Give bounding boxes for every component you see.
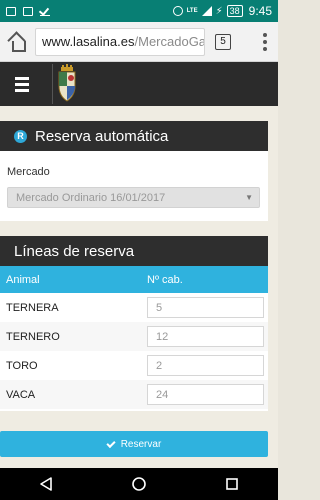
browser-menu-icon[interactable] xyxy=(258,31,272,53)
image-notification-icon xyxy=(23,6,33,16)
table-row: TORO 2 xyxy=(0,351,268,380)
url-path: /MercadoGa xyxy=(134,34,205,49)
mercado-select-value: Mercado Ordinario 16/01/2017 xyxy=(16,191,166,204)
check-icon xyxy=(106,438,116,448)
row-animal-label: TERNERO xyxy=(6,330,60,343)
row-animal-label: VACA xyxy=(6,388,36,401)
url-bar[interactable]: www.lasalina.es/MercadoGa xyxy=(35,27,205,56)
reserva-panel-title: Reserva automática xyxy=(35,127,169,145)
column-header-cab: Nº cab. xyxy=(147,273,183,286)
row-animal-label: TERNERA xyxy=(6,301,59,314)
alarm-icon xyxy=(172,6,183,16)
cab-count-input[interactable]: 12 xyxy=(147,326,264,347)
back-icon[interactable] xyxy=(38,476,54,492)
status-bar: LTE ⚡ 38 9:45 xyxy=(0,0,278,22)
download-done-icon xyxy=(40,6,50,16)
recent-apps-icon[interactable] xyxy=(224,476,240,492)
lineas-table-header: Animal Nº cab. xyxy=(0,266,268,293)
site-header xyxy=(0,62,278,106)
dropdown-caret-icon: ▼ xyxy=(245,193,253,202)
row-animal-label: TORO xyxy=(6,359,38,372)
clock: 9:45 xyxy=(248,4,272,18)
column-header-animal: Animal xyxy=(6,273,40,286)
network-type: LTE xyxy=(186,8,198,14)
reservar-button-label: Reservar xyxy=(120,438,162,450)
cab-count-input[interactable]: 24 xyxy=(147,384,264,405)
content-area: R Reserva automática Mercado Mercado Ord… xyxy=(0,106,278,468)
tab-switcher-button[interactable]: 5 xyxy=(215,33,231,50)
reserva-panel-header: R Reserva automática xyxy=(0,121,268,151)
table-row: VACA 24 xyxy=(0,380,268,409)
url-domain: www.lasalina.es xyxy=(42,34,135,49)
reserva-panel-body: Mercado Mercado Ordinario 16/01/2017 ▼ xyxy=(0,151,268,221)
battery-level: 38 xyxy=(226,5,243,17)
lineas-panel-title: Líneas de reserva xyxy=(14,242,135,260)
table-row: TERNERA 5 xyxy=(0,293,268,322)
system-navigation-bar xyxy=(0,468,278,500)
mail-notification-icon xyxy=(6,6,16,16)
table-row: TERNERO 12 xyxy=(0,322,268,351)
lineas-panel-header: Líneas de reserva xyxy=(0,236,268,266)
browser-toolbar: www.lasalina.es/MercadoGa 5 xyxy=(0,22,278,62)
cab-count-input[interactable]: 2 xyxy=(147,355,264,376)
mercado-select[interactable]: Mercado Ordinario 16/01/2017 ▼ xyxy=(7,187,260,208)
reservar-button[interactable]: Reservar xyxy=(0,431,268,457)
signal-icon xyxy=(201,6,212,16)
lineas-table-body: TERNERA 5 TERNERO 12 TORO 2 VACA 24 xyxy=(0,293,268,411)
home-icon[interactable] xyxy=(6,31,28,53)
charging-icon: ⚡ xyxy=(215,5,223,17)
home-circle-icon[interactable] xyxy=(131,476,147,492)
cab-count-input[interactable]: 5 xyxy=(147,297,264,318)
registered-icon: R xyxy=(14,129,27,143)
mercado-label: Mercado xyxy=(7,166,50,178)
hamburger-menu-icon[interactable] xyxy=(0,62,44,106)
coat-of-arms-logo[interactable] xyxy=(52,64,76,104)
